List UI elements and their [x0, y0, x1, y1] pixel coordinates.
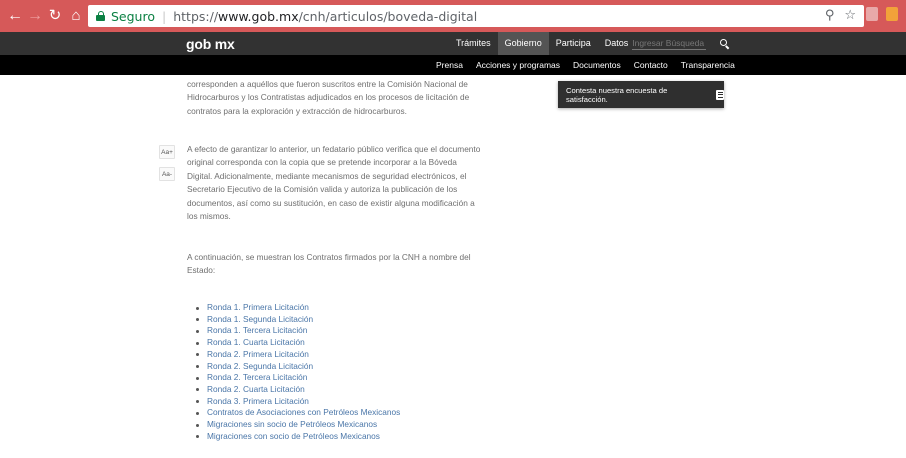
subnav-contacto[interactable]: Contacto: [634, 60, 668, 70]
contract-link[interactable]: Ronda 2. Cuarta Licitación: [207, 384, 305, 394]
nav-gobierno[interactable]: Gobierno: [497, 32, 549, 55]
list-item[interactable]: Ronda 3. Primera Licitación: [196, 396, 400, 408]
text-line: corresponden a aquéllos que fueron suscr…: [187, 79, 468, 89]
font-size-tools: Aa+ Aa-: [159, 145, 175, 189]
search-icon[interactable]: [720, 39, 730, 50]
increase-font-button[interactable]: Aa+: [159, 145, 175, 159]
list-item[interactable]: Migraciones sin socio de Petróleos Mexic…: [196, 419, 400, 431]
secure-label: Seguro: [111, 8, 155, 24]
bullet: [196, 353, 199, 357]
nav-participa[interactable]: Participa: [549, 32, 598, 55]
contracts-list: Ronda 1. Primera Licitación Ronda 1. Seg…: [196, 302, 400, 442]
list-item[interactable]: Ronda 1. Primera Licitación: [196, 302, 400, 314]
subnav-documentos[interactable]: Documentos: [573, 60, 621, 70]
bullet: [196, 411, 199, 415]
bullet: [196, 306, 199, 310]
address-bar[interactable]: Seguro | https://www.gob.mx/cnh/articulo…: [88, 5, 864, 27]
text-line: Secretario Ejecutivo de la Comisión vali…: [187, 184, 458, 195]
bullet: [196, 376, 199, 380]
contract-link[interactable]: Migraciones con socio de Petróleos Mexic…: [207, 431, 380, 441]
bullet: [196, 365, 199, 369]
browser-toolbar: ← → ↻ ⌂ Seguro | https://www.gob.mx/cnh/…: [0, 0, 906, 32]
text-line: contratos para la exploración y extracci…: [187, 105, 407, 116]
zoom-icon[interactable]: ⚲: [825, 8, 835, 23]
text-line: Digital. Adicionalmente, mediante mecani…: [187, 170, 467, 181]
nav-tramites[interactable]: Trámites: [449, 32, 498, 55]
text-line: documentos, así como su sustitución, en …: [187, 197, 475, 208]
url-scheme: https://: [173, 8, 219, 24]
document-icon: [716, 89, 724, 100]
bullet: [196, 318, 199, 322]
forward-icon[interactable]: →: [26, 7, 44, 25]
url-path: /cnh/articulos/boveda-digital: [298, 8, 478, 24]
list-item[interactable]: Ronda 2. Segunda Licitación: [196, 361, 400, 373]
reload-icon[interactable]: ↻: [46, 7, 64, 25]
back-icon[interactable]: ←: [6, 7, 24, 25]
contract-link[interactable]: Ronda 2. Tercera Licitación: [207, 372, 307, 382]
home-icon[interactable]: ⌂: [67, 7, 85, 25]
decrease-font-button[interactable]: Aa-: [159, 167, 175, 181]
article-paragraph: A efecto de garantizar lo anterior, un f…: [187, 143, 503, 223]
list-item[interactable]: Ronda 2. Tercera Licitación: [196, 372, 400, 384]
contract-link[interactable]: Ronda 3. Primera Licitación: [207, 396, 309, 406]
list-item[interactable]: Migraciones con socio de Petróleos Mexic…: [196, 431, 400, 443]
text-line: A continuación, se muestran los Contrato…: [187, 252, 471, 262]
contract-link[interactable]: Ronda 1. Cuarta Licitación: [207, 337, 305, 347]
article-paragraph: A continuación, se muestran los Contrato…: [187, 251, 503, 278]
contract-link[interactable]: Ronda 2. Primera Licitación: [207, 349, 309, 359]
bullet: [196, 435, 199, 439]
lock-icon: [96, 11, 105, 21]
text-line: los mismos.: [187, 211, 231, 222]
text-line: Hidrocarburos y los Contratistas adjudic…: [187, 92, 470, 103]
gob-header: gob mx Trámites Gobierno Participa Datos…: [0, 32, 906, 55]
main-nav: Trámites Gobierno Participa Datos Ingres…: [449, 32, 730, 55]
article-paragraph: corresponden a aquéllos que fueron suscr…: [187, 78, 503, 118]
list-item[interactable]: Contratos de Asociaciones con Petróleos …: [196, 407, 400, 419]
contract-link[interactable]: Ronda 1. Segunda Licitación: [207, 314, 313, 324]
subnav-transparencia[interactable]: Transparencia: [681, 60, 735, 70]
extension-icon[interactable]: [886, 7, 898, 21]
survey-text: Contesta nuestra encuesta de satisfacció…: [566, 85, 668, 104]
star-icon[interactable]: ☆: [844, 8, 856, 23]
contract-link[interactable]: Ronda 1. Primera Licitación: [207, 302, 309, 312]
bullet: [196, 423, 199, 427]
survey-banner[interactable]: Contesta nuestra encuesta de satisfacció…: [558, 81, 724, 108]
url-separator: |: [162, 8, 167, 24]
gob-logo[interactable]: gob mx: [186, 36, 235, 52]
text-line: A efecto de garantizar lo anterior, un f…: [187, 144, 481, 154]
subnav-prensa[interactable]: Prensa: [436, 60, 463, 70]
list-item[interactable]: Ronda 1. Tercera Licitación: [196, 325, 400, 337]
list-item[interactable]: Ronda 1. Segunda Licitación: [196, 314, 400, 326]
contract-link[interactable]: Ronda 1. Tercera Licitación: [207, 325, 307, 335]
bullet: [196, 329, 199, 333]
list-item[interactable]: Ronda 1. Cuarta Licitación: [196, 337, 400, 349]
nav-datos[interactable]: Datos: [598, 32, 629, 55]
bullet: [196, 388, 199, 392]
text-line: Estado:: [187, 265, 216, 276]
contract-link[interactable]: Contratos de Asociaciones con Petróleos …: [207, 407, 400, 417]
contract-link[interactable]: Migraciones sin socio de Petróleos Mexic…: [207, 419, 377, 429]
subnav-acciones[interactable]: Acciones y programas: [476, 60, 560, 70]
extension-icon[interactable]: [866, 7, 878, 21]
bullet: [196, 400, 199, 404]
bullet: [196, 341, 199, 345]
contract-link[interactable]: Ronda 2. Segunda Licitación: [207, 361, 313, 371]
search-input[interactable]: Ingresar Búsqueda: [632, 38, 707, 50]
sub-nav-bar: Prensa Acciones y programas Documentos C…: [0, 55, 906, 75]
list-item[interactable]: Ronda 2. Primera Licitación: [196, 349, 400, 361]
list-item[interactable]: Ronda 2. Cuarta Licitación: [196, 384, 400, 396]
text-line: original corresponda con la copia que se…: [187, 157, 457, 168]
url-host: www.gob.mx: [218, 8, 299, 24]
